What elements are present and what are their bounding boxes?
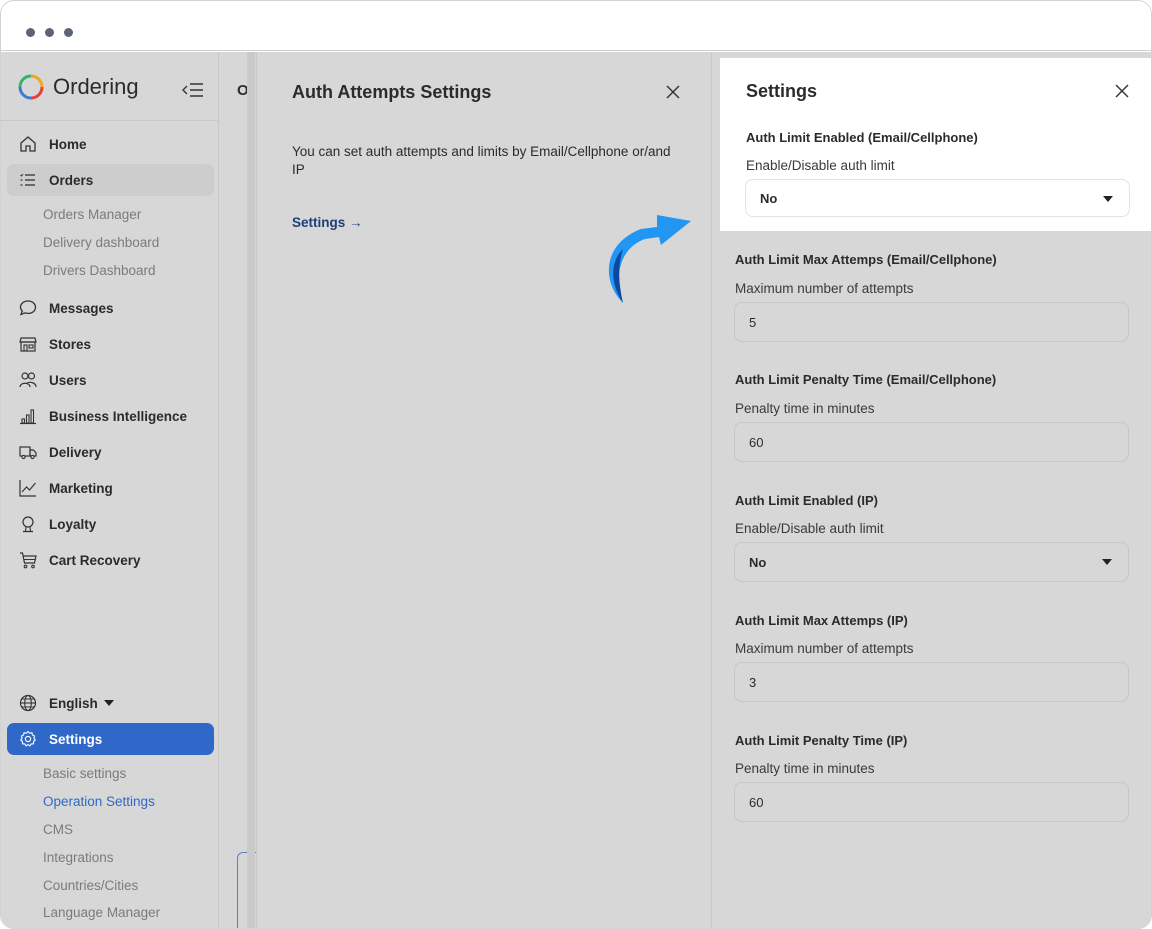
chevron-down-icon bbox=[1102, 559, 1112, 565]
auth-limit-penalty-time-ip-input[interactable]: 60 bbox=[734, 782, 1129, 822]
auth-limit-enabled-email-select[interactable]: No bbox=[745, 179, 1130, 217]
auth-limit-penalty-time-email-input[interactable]: 60 bbox=[734, 422, 1129, 462]
field-label-auth-limit-max-attempts-email: Auth Limit Max Attemps (Email/Cellphone) bbox=[735, 252, 997, 267]
chat-icon bbox=[19, 300, 37, 316]
sidebar-item-label: Cart Recovery bbox=[49, 552, 141, 568]
sidebar-separator bbox=[1, 120, 219, 121]
panel-shadow bbox=[247, 52, 255, 928]
field-label-auth-limit-enabled-ip: Auth Limit Enabled (IP) bbox=[735, 493, 878, 508]
input-value: 60 bbox=[749, 794, 764, 810]
field-label-auth-limit-penalty-time-email: Auth Limit Penalty Time (Email/Cellphone… bbox=[735, 372, 997, 387]
sidebar-item-messages[interactable]: Messages bbox=[7, 292, 214, 324]
sidebar-item-label: Business Intelligence bbox=[49, 408, 188, 424]
sidebar-item-label: Marketing bbox=[49, 480, 113, 496]
title-bar bbox=[1, 1, 1151, 51]
close-icon[interactable] bbox=[1114, 83, 1130, 99]
sidebar-item-stores[interactable]: Stores bbox=[7, 328, 214, 360]
sidebar-item-marketing[interactable]: Marketing bbox=[7, 472, 214, 504]
chevron-down-icon bbox=[103, 700, 114, 706]
field-help: Maximum number of attempts bbox=[735, 281, 914, 296]
sidebar-item-label: Orders bbox=[49, 172, 94, 188]
window-dot-3[interactable] bbox=[64, 28, 73, 37]
users-icon bbox=[19, 372, 37, 388]
sidebar-subitem-countries-cities[interactable]: Countries/Cities bbox=[43, 878, 138, 893]
trend-icon bbox=[19, 480, 36, 497]
award-icon bbox=[22, 516, 34, 533]
sidebar-subitem-cms[interactable]: CMS bbox=[43, 822, 73, 837]
sidebar-subitem-basic-settings[interactable]: Basic settings bbox=[43, 766, 126, 781]
input-value: 60 bbox=[749, 434, 764, 450]
auth-limit-max-attempts-email-input[interactable]: 5 bbox=[734, 302, 1129, 342]
sidebar-subitem-integrations[interactable]: Integrations bbox=[43, 850, 114, 865]
input-value: 3 bbox=[749, 674, 757, 690]
sidebar-item-label: Users bbox=[49, 372, 87, 388]
field-help: Penalty time in minutes bbox=[735, 401, 875, 416]
window-dot-1[interactable] bbox=[26, 28, 35, 37]
close-icon[interactable] bbox=[665, 84, 681, 100]
sidebar-item-label: Home bbox=[49, 136, 87, 152]
select-value: No bbox=[749, 554, 767, 570]
field-label-auth-limit-enabled-email: Auth Limit Enabled (Email/Cellphone) bbox=[746, 130, 978, 145]
collapse-sidebar-icon[interactable] bbox=[181, 80, 205, 100]
sidebar-item-home[interactable]: Home bbox=[7, 128, 214, 160]
app-window: Ordering Home Orders Orders Manager Deli… bbox=[0, 0, 1152, 929]
sidebar-item-label: Stores bbox=[49, 336, 92, 352]
field-help: Penalty time in minutes bbox=[735, 761, 875, 776]
window-dot-2[interactable] bbox=[45, 28, 54, 37]
auth-limit-enabled-ip-select[interactable]: No bbox=[734, 542, 1129, 582]
cart-icon bbox=[20, 552, 37, 569]
field-help: Maximum number of attempts bbox=[735, 641, 914, 656]
sidebar-subitem-orders-manager[interactable]: Orders Manager bbox=[43, 207, 141, 222]
auth-limit-max-attempts-ip-input[interactable]: 3 bbox=[734, 662, 1129, 702]
gear-icon bbox=[19, 730, 37, 747]
sidebar-item-label: Settings bbox=[49, 731, 103, 747]
field-help: Enable/Disable auth limit bbox=[746, 158, 895, 173]
ordering-logo-icon bbox=[18, 74, 44, 100]
sidebar-item-business-intelligence[interactable]: Business Intelligence bbox=[7, 400, 214, 432]
curved-arrow-icon bbox=[608, 215, 691, 303]
sidebar: Ordering Home Orders Orders Manager Deli… bbox=[1, 52, 219, 928]
field-label-auth-limit-max-attempts-ip: Auth Limit Max Attemps (IP) bbox=[735, 613, 908, 628]
sidebar-item-label: Delivery bbox=[49, 444, 102, 460]
field-label-auth-limit-penalty-time-ip: Auth Limit Penalty Time (IP) bbox=[735, 733, 908, 748]
auth-attempts-panel: Auth Attempts Settings You can set auth … bbox=[256, 52, 711, 928]
list-icon bbox=[20, 173, 35, 186]
store-icon bbox=[19, 337, 37, 352]
brand-name: Ordering bbox=[53, 74, 139, 99]
sidebar-item-users[interactable]: Users bbox=[7, 364, 214, 396]
home-icon bbox=[20, 136, 36, 152]
truck-icon bbox=[19, 446, 37, 460]
auth-panel-title: Auth Attempts Settings bbox=[292, 82, 492, 102]
sidebar-item-cart-recovery[interactable]: Cart Recovery bbox=[7, 544, 214, 576]
sidebar-subitem-drivers-dashboard[interactable]: Drivers Dashboard bbox=[43, 263, 156, 278]
brand-logo[interactable]: Ordering bbox=[17, 72, 139, 102]
select-value: No bbox=[760, 190, 778, 206]
sidebar-item-label: Loyalty bbox=[49, 516, 97, 532]
field-help: Enable/Disable auth limit bbox=[735, 521, 884, 536]
sidebar-item-orders[interactable]: Orders bbox=[7, 164, 214, 196]
chevron-down-icon bbox=[1103, 196, 1113, 202]
sidebar-item-delivery[interactable]: Delivery bbox=[7, 436, 214, 468]
sidebar-subitem-language-manager[interactable]: Language Manager bbox=[43, 905, 160, 920]
settings-panel-title: Settings bbox=[746, 81, 818, 101]
sidebar-subitem-operation-settings[interactable]: Operation Settings bbox=[43, 794, 155, 809]
sidebar-item-label: Messages bbox=[49, 300, 114, 316]
input-value: 5 bbox=[749, 314, 757, 330]
language-selector[interactable]: English bbox=[7, 687, 214, 719]
sidebar-item-settings[interactable]: Settings bbox=[7, 723, 214, 755]
settings-link[interactable]: Settings → bbox=[292, 215, 363, 230]
bar-chart-icon bbox=[20, 409, 36, 425]
language-label: English bbox=[49, 695, 98, 711]
globe-icon bbox=[19, 694, 37, 712]
auth-panel-description: You can set auth attempts and limits by … bbox=[292, 144, 671, 177]
sidebar-item-loyalty[interactable]: Loyalty bbox=[7, 508, 214, 540]
sidebar-subitem-delivery-dashboard[interactable]: Delivery dashboard bbox=[43, 235, 159, 250]
